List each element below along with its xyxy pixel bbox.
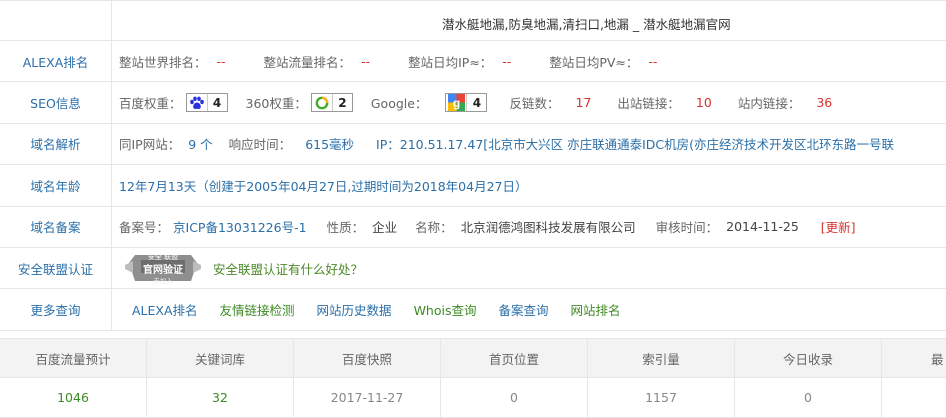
security-label: 安全联盟认证: [0, 247, 112, 289]
icp-company-name: 北京润德鸿图科技发展有限公司: [460, 220, 636, 236]
alexa-label: ALEXA排名: [0, 41, 112, 82]
s360-weight-badge[interactable]: 2: [310, 93, 353, 113]
baidu-weight-badge[interactable]: 4: [185, 93, 228, 113]
more-label: 更多查询: [0, 289, 112, 330]
backlinks-value: 17: [575, 95, 592, 111]
stats-table: 百度流量预计 关键词库 百度快照 首页位置 索引量 今日收录 最 1046 32…: [0, 338, 946, 418]
title-row: 潜水艇地漏,防臭地漏,清扫口,地漏 _ 潜水艇地漏官网: [0, 1, 946, 41]
same-ip-label: 同IP网站：: [119, 137, 181, 153]
stats-header-today: 今日收录: [735, 339, 882, 377]
security-seal-badge[interactable]: 安全 联盟 官网验证 未加入: [123, 251, 203, 285]
stats-value-index: 1157: [588, 378, 735, 417]
baidu-weight-label: 百度权重：: [119, 96, 182, 112]
security-benefit-link[interactable]: 安全联盟认证有什么好处？: [213, 259, 363, 278]
stats-value-more: [882, 378, 946, 417]
daily-ip-value: --: [502, 53, 512, 69]
s360-logo-icon: [312, 94, 332, 111]
age-label: 域名年龄: [0, 165, 112, 206]
stats-value-home-position: 0: [441, 378, 588, 417]
stats-header-index: 索引量: [588, 339, 735, 377]
stats-value-row: 1046 32 2017-11-27 0 1157 0: [0, 378, 946, 418]
inlinks-value: 36: [816, 95, 833, 111]
seal-main-text: 官网验证: [143, 265, 183, 277]
alexa-row: ALEXA排名 整站世界排名： -- 整站流量排名： -- 整站日均IP≈： -…: [0, 41, 946, 83]
stats-header-more: 最: [931, 351, 944, 367]
icp-nature-label: 性质：: [326, 220, 365, 236]
more-link-whois[interactable]: Whois查询: [414, 300, 477, 319]
ip-location: IP：210.51.17.47[北京市大兴区 亦庄联通通泰IDC机房(亦庄经济技…: [376, 137, 895, 153]
same-ip-value[interactable]: 9 个: [188, 134, 212, 153]
response-time-value: 615毫秒: [305, 137, 355, 153]
daily-pv-value: --: [648, 53, 658, 69]
stats-header-snapshot: 百度快照: [294, 339, 441, 377]
stats-value-keywords[interactable]: 32: [147, 378, 294, 417]
stats-value-traffic[interactable]: 1046: [0, 378, 147, 417]
google-g-icon: g: [446, 94, 466, 112]
more-link-friend-links[interactable]: 友情链接检测: [220, 300, 295, 319]
inlinks-label: 站内链接：: [737, 96, 801, 112]
svg-text:g: g: [453, 96, 460, 110]
seal-bottom-text: 未加入: [153, 277, 173, 286]
traffic-rank-value: --: [361, 53, 371, 69]
more-link-alexa[interactable]: ALEXA排名: [132, 300, 198, 319]
s360-weight-value: 2: [331, 94, 352, 112]
icp-update-link[interactable]: [更新]: [821, 217, 856, 236]
response-time-label: 响应时间：: [228, 137, 292, 153]
icp-audit-label: 审核时间：: [655, 220, 719, 236]
outlinks-label: 出站链接：: [617, 96, 680, 112]
stats-header-home-position: 首页位置: [441, 339, 588, 377]
stats-value-snapshot: 2017-11-27: [294, 378, 441, 417]
more-link-icp[interactable]: 备案查询: [498, 300, 548, 319]
stats-header-keywords: 关键词库: [147, 339, 294, 377]
baidu-weight-value: 4: [206, 94, 227, 112]
icp-row: 域名备案 备案号： 京ICP备13031226号-1 性质： 企业 名称： 北京…: [0, 206, 946, 248]
more-link-history[interactable]: 网站历史数据: [317, 300, 392, 319]
icp-nature: 企业: [372, 220, 398, 236]
stats-header-traffic: 百度流量预计: [0, 339, 147, 377]
daily-ip-label: 整站日均IP≈：: [408, 54, 493, 70]
backlinks-label: 反链数：: [509, 96, 560, 112]
stats-value-today: 0: [735, 378, 882, 417]
domain-age-text: 12年7月13天（创建于2005年04月27日,过期时间为2018年04月27日…: [119, 178, 528, 194]
s360-weight-label: 360权重：: [245, 96, 307, 112]
more-link-site-rank[interactable]: 网站排名: [571, 300, 621, 319]
baidu-paw-icon: [187, 94, 207, 111]
age-row: 域名年龄 12年7月13天（创建于2005年04月27日,过期时间为2018年0…: [0, 165, 946, 207]
daily-pv-label: 整站日均PV≈：: [549, 54, 639, 70]
outlinks-value: 10: [695, 95, 712, 111]
icp-label: 域名备案: [0, 206, 112, 247]
world-rank-value: --: [216, 53, 226, 69]
icp-number-label: 备案号：: [119, 220, 170, 236]
stats-header-row: 百度流量预计 关键词库 百度快照 首页位置 索引量 今日收录 最: [0, 338, 946, 378]
google-pr-badge[interactable]: g 4: [445, 93, 488, 113]
world-rank-label: 整站世界排名：: [119, 54, 207, 70]
site-title: 潜水艇地漏,防臭地漏,清扫口,地漏 _ 潜水艇地漏官网: [442, 17, 731, 32]
dns-row: 域名解析 同IP网站： 9 个 响应时间： 615毫秒 IP：210.51.17…: [0, 123, 946, 166]
dns-label: 域名解析: [0, 123, 112, 165]
security-row: 安全联盟认证 安全 联盟 官网验证 未加入 安全联盟认证有什么好处？: [0, 247, 946, 290]
seo-row: SEO信息 百度权重： 4 360权重： 2 Google： g 4 反链数： …: [0, 82, 946, 124]
more-row: 更多查询 ALEXA排名 友情链接检测 网站历史数据 Whois查询 备案查询 …: [0, 289, 946, 331]
traffic-rank-label: 整站流量排名：: [263, 54, 352, 70]
seo-label: SEO信息: [0, 82, 112, 123]
site-info-table: 潜水艇地漏,防臭地漏,清扫口,地漏 _ 潜水艇地漏官网 ALEXA排名 整站世界…: [0, 0, 946, 331]
title-row-label: [0, 1, 112, 40]
icp-name-label: 名称：: [415, 220, 453, 236]
icp-audit-date: 2014-11-25: [726, 219, 799, 235]
google-pr-value: 4: [466, 94, 486, 112]
icp-number[interactable]: 京ICP备13031226号-1: [173, 217, 307, 236]
google-label: Google：: [370, 96, 428, 112]
